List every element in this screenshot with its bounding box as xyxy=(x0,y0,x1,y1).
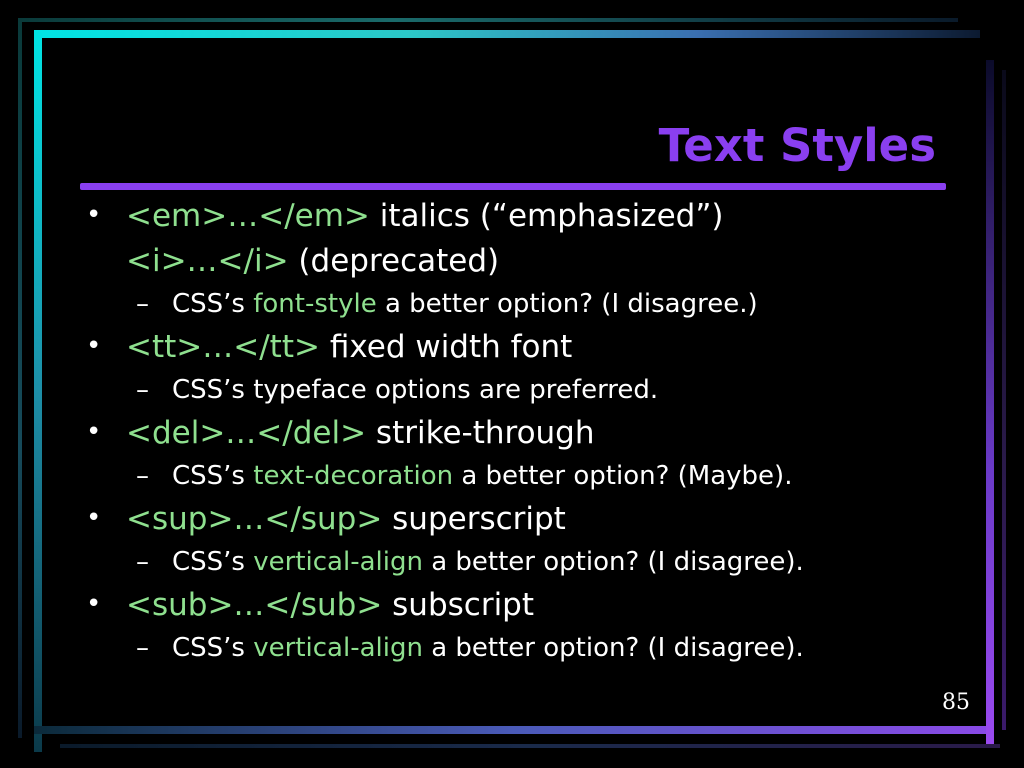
list-item: • <tt>…</tt> fixed width font – CSS’s type… xyxy=(84,325,964,411)
sub-text-suffix: a better option? (Maybe). xyxy=(453,461,793,491)
dash-marker: – xyxy=(136,289,149,319)
frame-bar-top xyxy=(34,30,980,38)
bullet-list: • <em>…</em> italics (“emphasized”) <i>…<… xyxy=(84,194,964,669)
bullet-text: italics (“emphasized”) xyxy=(369,198,724,234)
css-property: vertical-align xyxy=(253,633,423,663)
tag-code: <tt>…</tt> xyxy=(126,329,320,365)
sub-text: CSS’s typeface options are preferred. xyxy=(172,375,659,405)
slide-title: Text Styles xyxy=(658,119,936,172)
frame-bar-right-outer xyxy=(1002,70,1006,730)
css-property: font-style xyxy=(253,289,377,319)
bullet-marker: • xyxy=(86,200,102,230)
bullet-line: • <sup>…</sup> superscript xyxy=(84,497,964,542)
sub-text-prefix: CSS’s xyxy=(172,461,254,491)
bullet-marker: • xyxy=(86,503,102,533)
bullet-text: (deprecated) xyxy=(288,243,500,279)
dash-marker: – xyxy=(136,633,149,663)
list-item: • <em>…</em> italics (“emphasized”) <i>…<… xyxy=(84,194,964,325)
tag-code: <sup>…</sup> xyxy=(126,501,383,537)
frame-bar-top-outer xyxy=(18,18,958,22)
bullet-line: • <tt>…</tt> fixed width font xyxy=(84,325,964,370)
tag-code: <i>…</i> xyxy=(126,243,289,279)
sub-bullet-line: – CSS’s vertical-align a better option? (… xyxy=(84,542,964,583)
dash-marker: – xyxy=(136,547,149,577)
list-item: • <del>…</del> strike-through – CSS’s text… xyxy=(84,411,964,497)
bullet-line: • <sub>…</sub> subscript xyxy=(84,583,964,628)
list-item: • <sub>…</sub> subscript – CSS’s vertical-… xyxy=(84,583,964,669)
bullet-text: strike-through xyxy=(366,415,595,451)
bullet-marker: • xyxy=(86,589,102,619)
sub-text-suffix: a better option? (I disagree.) xyxy=(376,289,758,319)
bullet-text: subscript xyxy=(382,587,535,623)
sub-text-prefix: CSS’s xyxy=(172,547,254,577)
bullet-text: fixed width font xyxy=(319,329,573,365)
sub-bullet-line: – CSS’s vertical-align a better option? (… xyxy=(84,628,964,669)
css-property: text-decoration xyxy=(253,461,454,491)
bullet-line: • <del>…</del> strike-through xyxy=(84,411,964,456)
slide: Text Styles • <em>…</em> italics (“emphas… xyxy=(0,0,1024,768)
bullet-text: superscript xyxy=(382,501,566,537)
frame-bar-bottom xyxy=(34,726,994,734)
sub-bullet-line: – CSS’s text-decoration a better option? … xyxy=(84,456,964,497)
bullet-marker: • xyxy=(86,331,102,361)
dash-marker: – xyxy=(136,375,149,405)
sub-text-prefix: CSS’s xyxy=(172,633,254,663)
sub-text-suffix: a better option? (I disagree). xyxy=(422,633,804,663)
sub-bullet-line: – CSS’s typeface options are preferred. xyxy=(84,370,964,411)
frame-bar-bottom-outer xyxy=(60,744,1000,748)
tag-code: <del>…</del> xyxy=(126,415,367,451)
sub-bullet-line: – CSS’s font-style a better option? (I di… xyxy=(84,284,964,325)
sub-text-prefix: CSS’s xyxy=(172,289,254,319)
page-number: 85 xyxy=(942,690,970,715)
sub-text-suffix: a better option? (I disagree). xyxy=(422,547,804,577)
list-item: • <sup>…</sup> superscript – CSS’s vertica… xyxy=(84,497,964,583)
tag-code: <em>…</em> xyxy=(126,198,370,234)
bullet-line: • <em>…</em> italics (“emphasized”) xyxy=(84,194,964,239)
bullet-marker: • xyxy=(86,417,102,447)
frame-bar-left-outer xyxy=(18,18,22,738)
dash-marker: – xyxy=(136,461,149,491)
tag-code: <sub>…</sub> xyxy=(126,587,383,623)
css-property: vertical-align xyxy=(253,547,423,577)
frame-bar-left xyxy=(34,30,42,752)
bullet-continuation: <i>…</i> (deprecated) xyxy=(84,239,964,284)
title-underline xyxy=(80,183,946,190)
frame-bar-right xyxy=(986,60,994,744)
